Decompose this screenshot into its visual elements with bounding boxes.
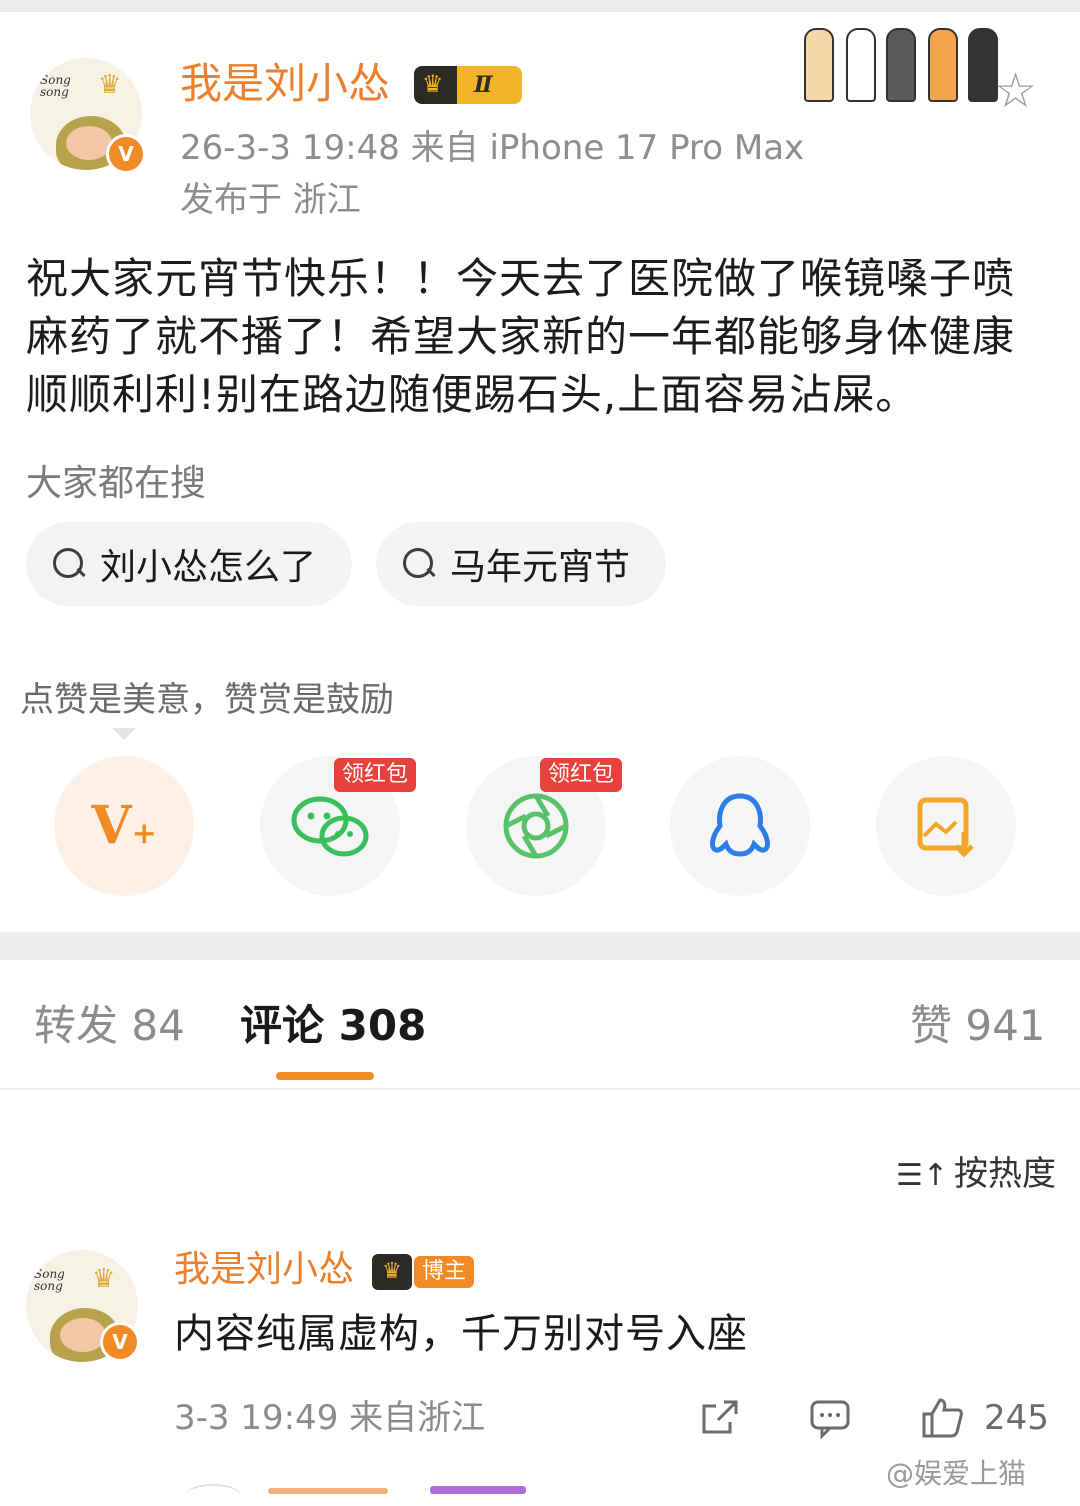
comment-meta: 3-3 19:49 来自浙江 (174, 1398, 486, 1438)
qq-icon (670, 756, 810, 896)
red-packet-tag: 领红包 (540, 758, 623, 792)
tab-likes[interactable]: 赞 941 (910, 1000, 1046, 1052)
section-separator (0, 932, 1080, 960)
level-crown-icon: ♛ (422, 70, 444, 98)
save-image-icon (876, 756, 1016, 896)
verified-v-icon: V (106, 134, 146, 174)
share-qq-button[interactable] (670, 756, 810, 896)
search-chip-label: 刘小怂怎么了 (100, 547, 317, 588)
top-edge-bar (0, 0, 1080, 12)
active-tab-indicator (276, 1072, 374, 1080)
post-username[interactable]: 我是刘小怂 (180, 60, 390, 108)
verified-v-icon: V (100, 1322, 140, 1362)
avatar-crown-icon: ♛ (92, 1264, 116, 1294)
next-comment-avatar-peek (186, 1484, 240, 1506)
next-comment-tag-peek (430, 1486, 526, 1494)
favorite-star-icon[interactable]: ☆ (994, 66, 1037, 116)
trending-search-title: 大家都在搜 (26, 463, 207, 504)
cat-paws-decoration-icon (800, 18, 1000, 110)
tab-comments[interactable]: 评论 308 (240, 1000, 426, 1052)
comment-text: 内容纯属虚构，千万别对号入座 (174, 1311, 748, 1357)
level-number: Ⅱ (474, 72, 493, 98)
avatar-song-text: Song song (34, 1267, 65, 1293)
avatar-song-text: Song song (40, 73, 71, 99)
avatar-crown-icon: ♛ (98, 70, 122, 100)
avatar-face-inner (60, 1318, 106, 1352)
author-tag: 博主 (414, 1256, 475, 1288)
search-icon (50, 545, 88, 583)
tabs-divider (0, 1088, 1080, 1090)
reward-button[interactable]: V+ (54, 756, 194, 896)
comment-like-count: 245 (984, 1398, 1049, 1438)
red-packet-tag: 领红包 (334, 758, 417, 792)
share-comment-icon[interactable] (698, 1396, 742, 1449)
like-thumb-icon[interactable] (920, 1396, 964, 1449)
post-time-source: 26-3-3 19:48 来自 iPhone 17 Pro Max (180, 128, 805, 168)
sort-label: 按热度 (954, 1154, 1057, 1194)
comment-level-crown-icon: ♛ (372, 1254, 412, 1290)
search-chip-1[interactable]: 刘小怂怎么了 (26, 522, 352, 606)
reward-tip: 点赞是美意，赞赏是鼓励 (20, 680, 394, 720)
reply-comment-icon[interactable] (808, 1396, 852, 1449)
v-plus-icon: V+ (91, 795, 157, 856)
next-comment-name-peek (268, 1488, 388, 1494)
search-icon (400, 545, 438, 583)
watermark-text: @娱爱上猫 (886, 1457, 1027, 1490)
comment-username[interactable]: 我是刘小怂 (174, 1248, 354, 1292)
sort-icon: ☰↑ (896, 1158, 949, 1193)
search-chip-2[interactable]: 马年元宵节 (376, 522, 666, 606)
sort-by-hot-button[interactable]: ☰↑ 按热度 (896, 1146, 1056, 1195)
post-content: 祝大家元宵节快乐！！今天去了医院做了喉镜嗓子喷麻药了就不播了！希望大家新的一年都… (26, 254, 1016, 419)
tab-repost[interactable]: 转发 84 (34, 1000, 185, 1052)
tip-arrow (112, 728, 136, 740)
search-chip-label: 马年元宵节 (450, 547, 631, 588)
member-level-badge[interactable]: ♛ Ⅱ (414, 66, 522, 104)
save-image-button[interactable] (876, 756, 1016, 896)
post-location: 发布于 浙江 (180, 180, 361, 220)
